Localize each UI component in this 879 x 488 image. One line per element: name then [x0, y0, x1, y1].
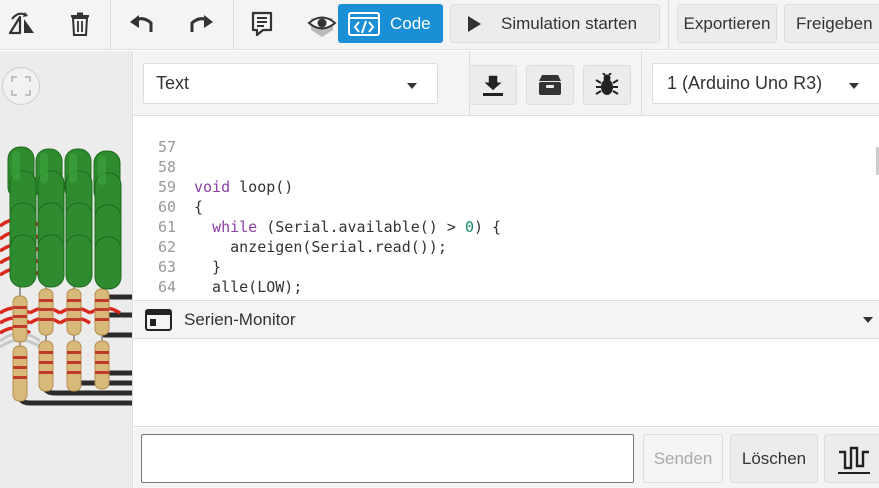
library-icon [539, 75, 561, 95]
number-literal: 0 [464, 218, 474, 236]
led-group [7, 146, 122, 290]
undo-icon [130, 15, 153, 32]
code-line: 63 alle(LOW); [134, 237, 302, 296]
debugger-icon [595, 73, 619, 95]
notes-icon [251, 11, 273, 37]
chevron-down-icon [849, 83, 859, 89]
chevron-down-icon [407, 83, 417, 89]
libraries-button[interactable] [526, 65, 574, 105]
debugger-button[interactable] [583, 65, 631, 105]
zoom-to-fit-button[interactable] [2, 67, 40, 105]
code-text: alle(LOW); [194, 278, 303, 296]
board-select[interactable]: 1 (Arduino Uno R3) [652, 63, 879, 104]
code-mode-select[interactable]: Text [143, 63, 438, 104]
code-line: 64 } [134, 257, 203, 300]
share-label: Freigeben [796, 13, 873, 33]
keyword-while: while [212, 218, 258, 236]
play-icon [468, 15, 481, 32]
code-editor[interactable]: 57 58 void loop() 59 { 60 while (Serial.… [134, 117, 879, 300]
delete-icon [71, 12, 89, 36]
share-button[interactable]: Freigeben [784, 4, 879, 43]
code-text: while (Serial.available() > 0) { [212, 218, 502, 236]
code-text: void loop() [194, 178, 294, 196]
export-label: Exportieren [683, 13, 771, 33]
redo-icon [190, 15, 213, 32]
serial-monitor-title: Serien-Monitor [184, 309, 296, 329]
code-text: anzeigen(Serial.read()); [194, 238, 447, 256]
start-simulation-label: Simulation starten [501, 13, 638, 33]
send-button[interactable]: Senden [643, 434, 723, 483]
code-mode-value: Text [156, 73, 190, 93]
code-line: 58 void loop() [134, 137, 293, 196]
serial-monitor-output [134, 339, 879, 427]
notes-button[interactable] [245, 4, 279, 44]
graph-icon [838, 446, 870, 474]
download-code-button[interactable] [469, 65, 517, 105]
circuit-preview [0, 146, 132, 406]
rotate-button[interactable] [2, 4, 40, 44]
code-panel-header: Text 1 (Arduino Uno R3) [134, 51, 879, 116]
delete-button[interactable] [62, 4, 98, 44]
code-line: 65 [134, 277, 176, 300]
code-line: 61 anzeigen(Serial.read()); [134, 197, 447, 256]
rotate-icon [8, 12, 34, 35]
header-divider [641, 51, 642, 116]
download-icon [483, 75, 503, 96]
clear-label: Löschen [741, 448, 807, 468]
code-text: { [194, 198, 204, 216]
code-line: 59 { [134, 157, 203, 216]
toolbar-divider [668, 0, 669, 50]
code-line: 62 } [134, 217, 221, 276]
serial-input-row: Senden Löschen [134, 428, 879, 488]
board-select-value: 1 (Arduino Uno R3) [667, 73, 823, 93]
code-line: 60 while (Serial.available() > 0) { [134, 177, 501, 236]
clear-button[interactable]: Löschen [730, 434, 818, 483]
fit-view-icon [11, 76, 31, 96]
visibility-icon [307, 16, 337, 37]
undo-button[interactable] [124, 4, 160, 44]
keyword-void: void [194, 178, 231, 196]
visibility-button[interactable] [305, 4, 339, 44]
export-button[interactable]: Exportieren [677, 4, 777, 43]
code-line: 57 [134, 117, 176, 156]
circuit-canvas[interactable] [0, 51, 133, 488]
code-button-label: Code [390, 13, 431, 33]
main-toolbar: Code Simulation starten Exportieren Frei… [0, 0, 879, 50]
resistor-group [12, 281, 110, 402]
graph-button[interactable] [824, 434, 879, 483]
chevron-down-icon[interactable] [863, 317, 873, 323]
toolbar-divider [110, 0, 111, 50]
code-button[interactable]: Code [338, 4, 443, 43]
redo-button[interactable] [183, 4, 219, 44]
serial-input[interactable] [141, 434, 634, 483]
start-simulation-button[interactable]: Simulation starten [450, 4, 660, 43]
code-icon [348, 11, 380, 36]
serial-monitor-icon [145, 308, 172, 331]
serial-monitor-header[interactable]: Serien-Monitor [134, 300, 879, 339]
send-label: Senden [653, 448, 713, 468]
toolbar-divider [233, 0, 234, 50]
code-text: } [194, 258, 222, 276]
